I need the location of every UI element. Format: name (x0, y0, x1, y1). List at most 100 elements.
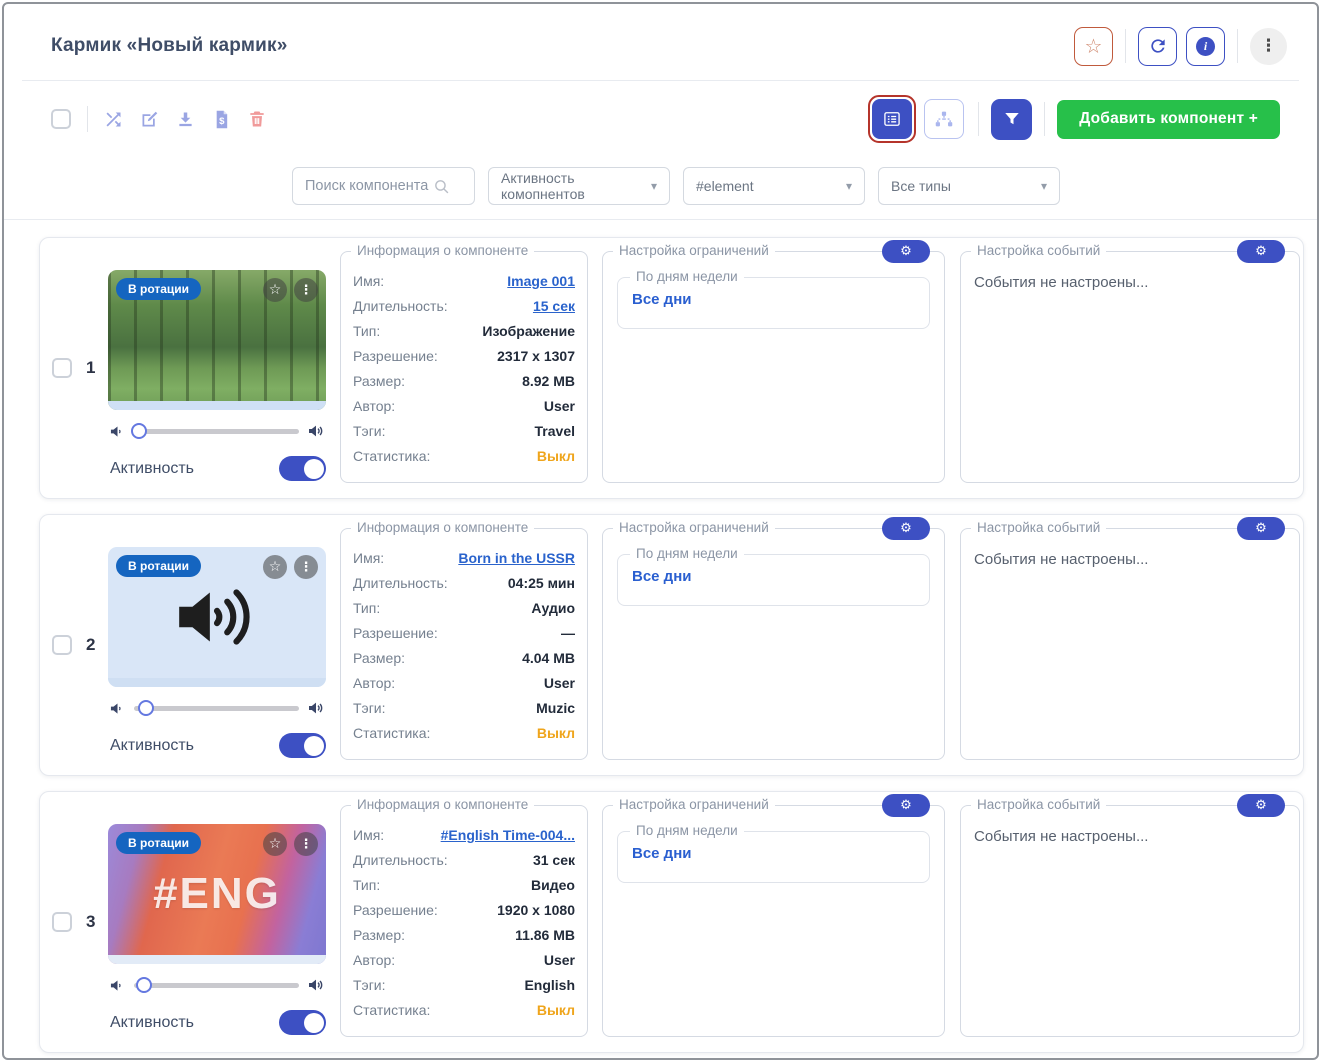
component-thumbnail[interactable]: В ротации ☆ ⋮ (108, 270, 326, 410)
kebab-icon[interactable]: ⋮ (294, 555, 318, 579)
component-name-link[interactable]: #English Time-004... (441, 823, 575, 848)
type-filter-dropdown[interactable]: Все типы ▾ (878, 167, 1060, 205)
scheme-view-button[interactable] (924, 99, 964, 139)
events-legend: Настройка событий (971, 243, 1106, 258)
star-icon[interactable]: ☆ (263, 278, 287, 302)
star-icon[interactable]: ☆ (263, 555, 287, 579)
shuffle-button[interactable] (102, 108, 124, 130)
volume-high-icon (308, 423, 324, 439)
subheader: $ (4, 81, 1317, 220)
media-column: В ротации ☆ ⋮ (108, 270, 326, 481)
events-legend: Настройка событий (971, 797, 1106, 812)
gear-icon: ⚙ (900, 522, 912, 535)
list-view-icon (882, 109, 902, 129)
activity-filter-dropdown[interactable]: Активность комопнентов ▾ (488, 167, 670, 205)
info-label: Длительность: (353, 848, 448, 873)
info-label: Тип: (353, 319, 380, 344)
favorite-button[interactable]: ☆ (1074, 27, 1113, 66)
info-legend: Информация о компоненте (351, 243, 534, 258)
more-menu-button[interactable]: ⋮ (1250, 28, 1287, 65)
restrictions-legend: Настройка ограничений (613, 243, 775, 258)
events-settings-button[interactable]: ⚙ (1237, 240, 1285, 263)
volume-knob[interactable] (136, 977, 152, 993)
refresh-button[interactable] (1138, 27, 1177, 66)
chevron-down-icon: ▾ (651, 179, 657, 193)
component-info-panel: Информация о компоненте Имя:#English Tim… (340, 805, 588, 1037)
thumbnail-progress-strip (108, 955, 326, 964)
events-settings-button[interactable]: ⚙ (1237, 794, 1285, 817)
activity-label: Активность (110, 460, 194, 478)
events-settings-button[interactable]: ⚙ (1237, 517, 1285, 540)
activity-toggle[interactable] (279, 733, 326, 758)
volume-knob[interactable] (138, 700, 154, 716)
search-icon (433, 178, 450, 195)
page-header: Кармик «Новый кармик» ☆ i ⋮ (4, 4, 1317, 80)
add-component-button[interactable]: Добавить компонент + (1057, 100, 1280, 139)
weekdays-box: По дням недели Все дни (617, 277, 930, 329)
kebab-icon[interactable]: ⋮ (294, 278, 318, 302)
info-value: Изображение (482, 319, 575, 344)
restrictions-legend: Настройка ограничений (613, 520, 775, 535)
document-dollar-icon: $ (211, 109, 232, 130)
component-thumbnail[interactable]: #ENG В ротации ☆ ⋮ (108, 824, 326, 964)
info-label: Разрешение: (353, 344, 438, 369)
info-button[interactable]: i (1186, 27, 1225, 66)
invoice-button[interactable]: $ (210, 108, 232, 130)
restrictions-settings-button[interactable]: ⚙ (882, 240, 930, 263)
delete-button[interactable] (246, 108, 268, 130)
divider (1125, 29, 1126, 63)
info-value: 1920 x 1080 (497, 898, 575, 923)
info-label: Размер: (353, 923, 405, 948)
info-value: 11.86 MB (515, 923, 575, 948)
row-checkbox[interactable] (52, 358, 72, 378)
chevron-down-icon: ▾ (846, 179, 852, 193)
component-info-panel: Информация о компоненте Имя:Born in the … (340, 528, 588, 760)
star-icon[interactable]: ☆ (263, 832, 287, 856)
page-title: Кармик «Новый кармик» (51, 35, 287, 57)
info-label: Автор: (353, 394, 395, 419)
volume-slider[interactable] (134, 983, 299, 988)
info-label: Тэги: (353, 419, 386, 444)
volume-knob[interactable] (131, 423, 147, 439)
thumbnail-progress-strip (108, 678, 326, 687)
activity-label: Активность (110, 737, 194, 755)
component-card: 2 В ротации ☆ ⋮ (39, 514, 1304, 776)
list-view-button[interactable] (872, 99, 912, 139)
kebab-icon: ⋮ (1260, 36, 1277, 56)
statistics-value: Выкл (537, 998, 575, 1023)
info-label: Тип: (353, 873, 380, 898)
activity-toggle[interactable] (279, 1010, 326, 1035)
star-icon: ☆ (1085, 36, 1103, 56)
edit-button[interactable] (138, 108, 160, 130)
statistics-value: Выкл (537, 444, 575, 469)
volume-slider[interactable] (134, 706, 299, 711)
volume-slider[interactable] (134, 429, 299, 434)
component-thumbnail[interactable]: В ротации ☆ ⋮ (108, 547, 326, 687)
activity-toggle[interactable] (279, 456, 326, 481)
filter-button[interactable] (991, 99, 1032, 140)
search-input[interactable] (303, 177, 433, 195)
gear-icon: ⚙ (900, 799, 912, 812)
component-search (292, 167, 475, 205)
weekdays-legend: По дням недели (630, 269, 744, 284)
duration-link[interactable]: 15 сек (533, 294, 575, 319)
weekdays-legend: По дням недели (630, 823, 744, 838)
info-value: English (524, 973, 575, 998)
row-number: 3 (86, 912, 95, 932)
restrictions-settings-button[interactable]: ⚙ (882, 794, 930, 817)
info-value: User (544, 394, 575, 419)
type-filter-label: Все типы (891, 178, 951, 194)
row-number: 1 (86, 358, 95, 378)
element-filter-dropdown[interactable]: #element ▾ (683, 167, 865, 205)
restrictions-settings-button[interactable]: ⚙ (882, 517, 930, 540)
info-value: User (544, 948, 575, 973)
row-checkbox[interactable] (52, 912, 72, 932)
component-name-link[interactable]: Image 001 (507, 269, 575, 294)
volume-low-icon (110, 424, 125, 439)
component-name-link[interactable]: Born in the USSR (458, 546, 575, 571)
kebab-icon[interactable]: ⋮ (294, 832, 318, 856)
gear-icon: ⚙ (1255, 522, 1267, 535)
select-all-checkbox[interactable] (51, 109, 71, 129)
row-checkbox[interactable] (52, 635, 72, 655)
download-button[interactable] (174, 108, 196, 130)
